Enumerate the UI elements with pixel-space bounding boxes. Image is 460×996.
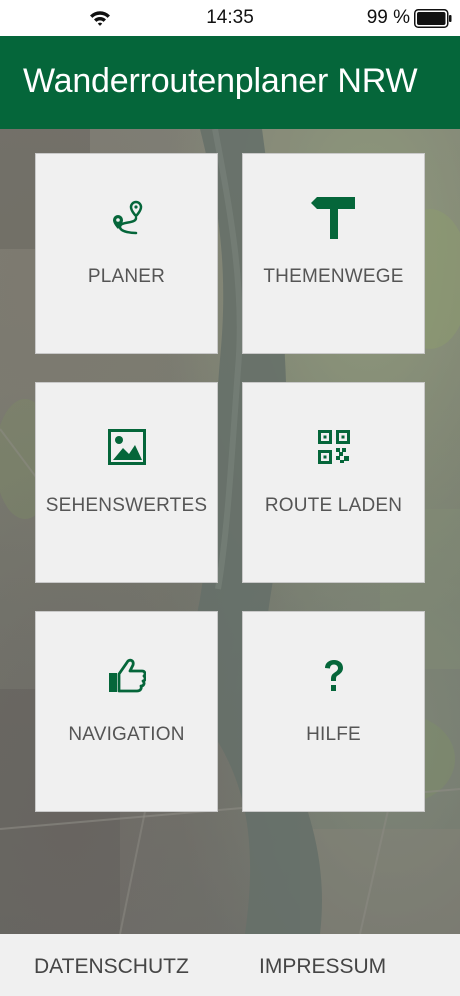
tile-label: SEHENSWERTES [45,495,208,516]
route-pin-icon [112,200,142,235]
thumbs-up-icon [108,658,146,693]
app-header: Wanderroutenplaner NRW [0,36,460,129]
qr-code-icon [317,430,350,464]
imprint-link[interactable]: IMPRESSUM [259,955,386,979]
tile-label: PLANER [87,266,166,287]
image-icon [107,429,146,465]
app-title: Wanderroutenplaner NRW [23,62,418,100]
tile-label: THEMENWEGE [263,266,404,287]
battery-icon [414,9,452,28]
tile-route-laden[interactable]: ROUTE LADEN [242,382,425,583]
tile-planer[interactable]: PLANER [35,153,218,354]
tile-label: ROUTE LADEN [264,495,403,516]
tile-hilfe[interactable]: HILFE [242,611,425,812]
battery-percentage: 99 % [366,7,410,28]
tile-themenwege[interactable]: THEMENWEGE [242,153,425,354]
tile-label: NAVIGATION [68,724,185,745]
privacy-link[interactable]: DATENSCHUTZ [34,955,189,979]
tile-sehenswertes[interactable]: SEHENSWERTES [35,382,218,583]
signpost-icon [310,197,355,239]
question-mark-icon [324,660,343,691]
status-bar: 14:35 99 % [0,0,460,36]
footer-bar: DATENSCHUTZ IMPRESSUM [0,934,460,996]
tile-navigation[interactable]: NAVIGATION [35,611,218,812]
tile-label: HILFE [306,724,361,745]
